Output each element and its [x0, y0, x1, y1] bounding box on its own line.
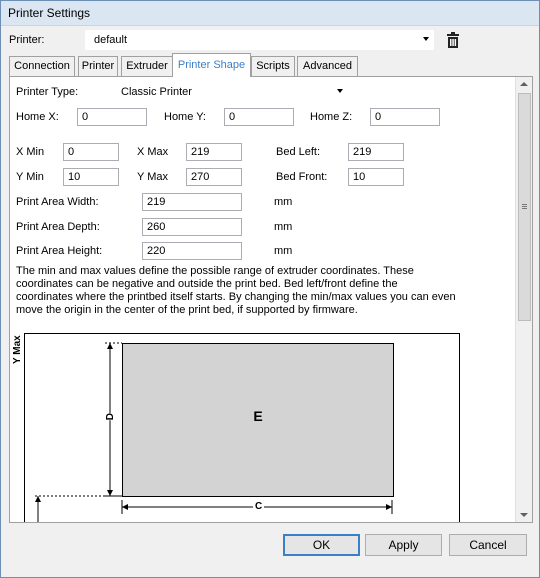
print-depth-unit: mm [274, 221, 293, 233]
panel-scrollbar[interactable] [515, 77, 532, 522]
bed-left-input[interactable]: 219 [348, 143, 404, 161]
printer-select-value: default [94, 34, 128, 46]
tab-advanced[interactable]: Advanced [297, 56, 358, 76]
home-y-label: Home Y: [164, 111, 206, 123]
bed-front-input[interactable]: 10 [348, 168, 404, 186]
printer-select[interactable]: default [85, 30, 434, 50]
tab-connection[interactable]: Connection [9, 56, 75, 76]
y-min-input[interactable]: 10 [63, 168, 119, 186]
scroll-up-icon[interactable] [520, 82, 528, 86]
printer-label: Printer: [9, 34, 45, 46]
bed-front-label: Bed Front: [276, 171, 328, 183]
svg-text:Y Max: Y Max [12, 335, 23, 364]
print-depth-label: Print Area Depth: [16, 221, 100, 233]
y-max-axis-label: Y Max [12, 335, 23, 364]
title-bar: Printer Settings [1, 1, 539, 26]
bed-left-label: Bed Left: [276, 146, 321, 158]
printer-type-select[interactable]: Classic Printer [114, 82, 348, 102]
printer-settings-window: Printer Settings Printer: default Connec… [0, 0, 540, 578]
window-title: Printer Settings [8, 6, 91, 20]
apply-button[interactable]: Apply [365, 534, 442, 556]
y-max-input[interactable]: 270 [186, 168, 242, 186]
home-z-label: Home Z: [310, 111, 353, 123]
print-depth-input[interactable]: 260 [142, 218, 242, 236]
diagram-dimension-lines [35, 342, 393, 522]
print-width-label: Print Area Width: [16, 196, 99, 208]
grip-icon [522, 204, 527, 205]
width-marker: C [253, 501, 265, 512]
ok-button[interactable]: OK [283, 534, 360, 556]
chevron-down-icon [423, 37, 429, 41]
home-y-input[interactable]: 0 [224, 108, 294, 126]
tab-printer[interactable]: Printer [78, 56, 118, 76]
x-min-label: X Min [16, 146, 45, 158]
cancel-button[interactable]: Cancel [449, 534, 527, 556]
tab-extruder[interactable]: Extruder [121, 56, 173, 76]
print-width-input[interactable]: 219 [142, 193, 242, 211]
x-min-input[interactable]: 0 [63, 143, 119, 161]
print-height-unit: mm [274, 245, 293, 257]
x-max-label: X Max [137, 146, 169, 158]
tab-scripts[interactable]: Scripts [251, 56, 295, 76]
scroll-thumb[interactable] [518, 93, 531, 321]
trash-icon[interactable] [446, 32, 460, 48]
home-x-input[interactable]: 0 [77, 108, 147, 126]
dialog-body: Printer: default Connection Printer Extr… [1, 26, 539, 577]
printer-shape-panel: Printer Type: Classic Printer Home X: 0 … [9, 76, 533, 523]
print-width-unit: mm [274, 196, 293, 208]
print-bed-diagram: E D C [24, 333, 460, 522]
y-max-label: Y Max [137, 171, 168, 183]
printer-type-value: Classic Printer [121, 86, 192, 98]
print-height-label: Print Area Height: [16, 245, 103, 257]
y-min-label: Y Min [16, 171, 44, 183]
tab-printer-shape[interactable]: Printer Shape [172, 53, 251, 77]
x-max-input[interactable]: 219 [186, 143, 242, 161]
printer-type-label: Printer Type: [16, 86, 79, 98]
shape-description: The min and max values define the possib… [16, 265, 456, 316]
scroll-down-icon[interactable] [520, 513, 528, 517]
home-z-input[interactable]: 0 [370, 108, 440, 126]
print-height-input[interactable]: 220 [142, 242, 242, 260]
chevron-down-icon [337, 89, 343, 93]
depth-marker: D [105, 413, 116, 421]
home-x-label: Home X: [16, 111, 59, 123]
